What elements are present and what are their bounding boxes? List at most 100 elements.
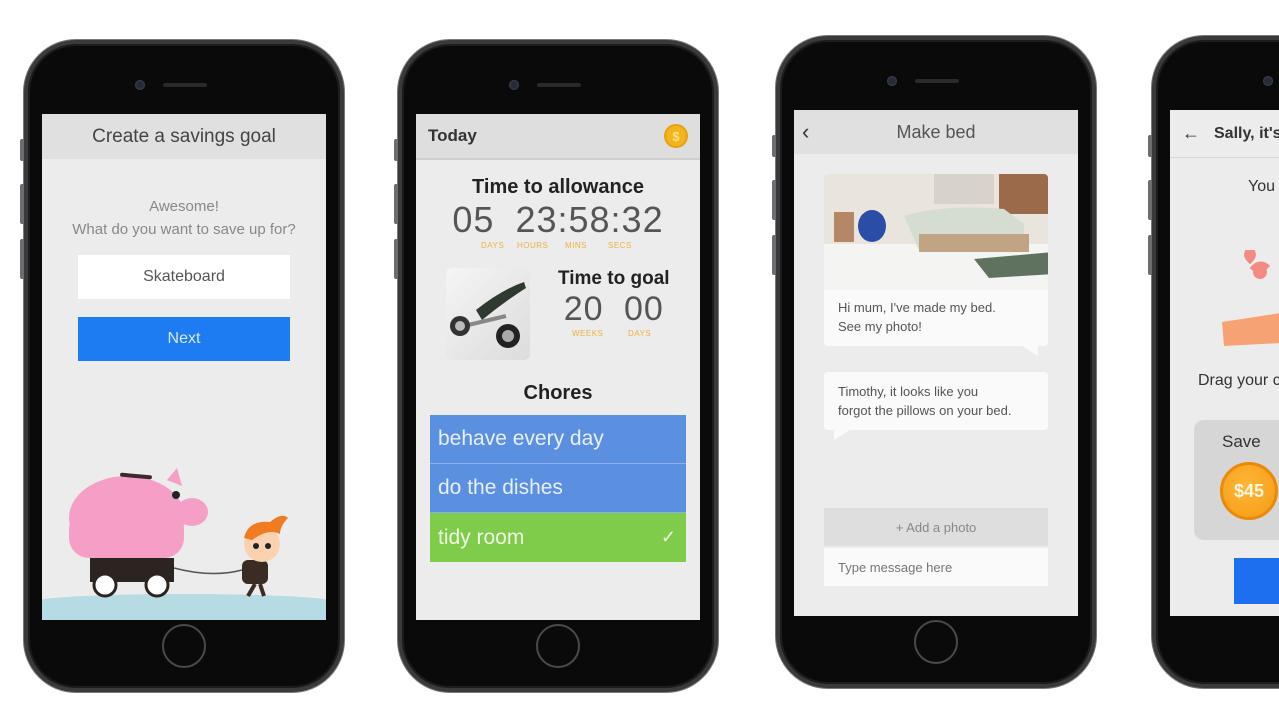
next-button[interactable]: Next <box>78 317 290 361</box>
screen: Create a savings goal Awesome! What do y… <box>42 114 326 620</box>
front-camera <box>1263 76 1273 86</box>
drag-instruction: Drag your c <box>1198 372 1279 389</box>
phone-today: Today $ Time to allowance 05 23:58:32 DA… <box>394 40 718 692</box>
chores-list: behave every day do the dishes tidy room… <box>430 415 686 562</box>
prompt-line-1: Awesome! <box>149 198 219 215</box>
page-title: Make bed <box>896 121 976 142</box>
home-button[interactable] <box>536 624 580 668</box>
front-camera <box>887 76 897 86</box>
piggy-bank-illustration <box>42 468 326 620</box>
volume-down-button <box>20 239 24 279</box>
child-message-text: Hi mum, I've made my bed. See my photo! <box>824 290 1048 346</box>
confirm-button[interactable] <box>1234 558 1279 604</box>
skateboard-icon <box>450 282 526 348</box>
volume-down-button <box>772 235 776 275</box>
allowance-units: DAYS HOURS MINS SECS <box>416 241 700 250</box>
save-label: Save <box>1222 432 1261 451</box>
prompt-text: Awesome! What do you want to save up for… <box>42 195 326 241</box>
celebration-illustration <box>1222 250 1279 346</box>
dollar-coin-icon[interactable]: $ <box>664 124 688 148</box>
compose-area: + Add a photo <box>794 508 1078 586</box>
check-icon: ✓ <box>660 527 676 547</box>
allowance-days: 05 <box>452 199 495 240</box>
front-camera <box>135 80 145 90</box>
bedroom-image <box>824 174 1048 290</box>
mute-switch <box>394 139 398 161</box>
earpiece-speaker <box>163 83 207 87</box>
phone-make-bed: ‹ Make bed Hi mum, I've made my bed. See… <box>772 36 1096 688</box>
goal-title: Time to goal <box>558 268 670 289</box>
phone-payday: ← Sally, it's You Drag your c Save $45 <box>1148 36 1279 688</box>
back-chevron-icon[interactable]: ‹ <box>802 119 809 145</box>
goal-units: WEEKS DAYS <box>558 329 670 338</box>
parent-message-text: Timothy, it looks like you forgot the pi… <box>824 372 1048 430</box>
message-line: Hi mum, I've made my bed. <box>838 300 996 315</box>
page-title: Sally, it's <box>1214 124 1279 142</box>
unit-days: DAYS <box>481 241 505 250</box>
volume-up-button <box>1148 180 1152 220</box>
goal-days: 00 <box>624 290 664 328</box>
back-arrow-icon[interactable]: ← <box>1182 123 1200 144</box>
earpiece-speaker <box>537 83 581 87</box>
volume-up-button <box>394 184 398 224</box>
skateboard-image <box>446 268 530 360</box>
message-line: forgot the pillows on your bed. <box>838 403 1012 418</box>
unit-weeks: WEEKS <box>572 329 604 338</box>
phone-savings-goal: Create a savings goal Awesome! What do y… <box>20 40 344 692</box>
unit-mins: MINS <box>565 241 587 250</box>
mute-switch <box>772 135 776 157</box>
bubble-tail <box>1022 346 1038 356</box>
app-header: ‹ Make bed <box>794 110 1078 154</box>
unit-hours: HOURS <box>517 241 549 250</box>
allowance-countdown: Time to allowance 05 23:58:32 DAYS HOURS… <box>416 176 700 250</box>
home-button[interactable] <box>914 620 958 664</box>
goal-info: Time to goal 20 00 WEEKS DAYS <box>558 268 670 360</box>
page-title: Create a savings goal <box>42 114 326 159</box>
app-header: ← Sally, it's <box>1170 110 1279 158</box>
volume-down-button <box>1148 235 1152 275</box>
chore-label: tidy room <box>438 525 525 549</box>
chore-item[interactable]: do the dishes <box>430 464 686 513</box>
unit-secs: SECS <box>608 241 632 250</box>
allowance-time: 23:58:32 <box>515 199 664 240</box>
boy-character <box>242 515 288 598</box>
screen: ‹ Make bed Hi mum, I've made my bed. See… <box>794 110 1078 616</box>
wagon <box>90 558 243 598</box>
add-photo-button[interactable]: + Add a photo <box>824 508 1048 546</box>
chores-title: Chores <box>523 382 593 404</box>
intro-text: You <box>1248 178 1275 195</box>
volume-up-button <box>20 184 24 224</box>
volume-up-button <box>772 180 776 220</box>
mute-switch <box>1148 135 1152 157</box>
home-button[interactable] <box>162 624 206 668</box>
goal-timer: 20 00 <box>558 290 670 329</box>
mute-switch <box>20 139 24 161</box>
chore-label: do the dishes <box>438 476 563 499</box>
goal-input[interactable]: Skateboard <box>78 255 290 299</box>
bubble-tail <box>834 430 850 440</box>
message-line: Timothy, it looks like you <box>838 384 979 399</box>
parent-message-bubble: Timothy, it looks like you forgot the pi… <box>824 372 1048 440</box>
message-input[interactable] <box>824 548 1048 586</box>
screen: Today $ Time to allowance 05 23:58:32 DA… <box>416 114 700 620</box>
unit-goal-days: DAYS <box>628 329 652 338</box>
screen: ← Sally, it's You Drag your c Save $45 <box>1170 110 1279 616</box>
allowance-timer: 05 23:58:32 <box>416 199 700 241</box>
chore-item-completed[interactable]: tidy room ✓ <box>430 513 686 562</box>
allowance-title: Time to allowance <box>472 176 644 198</box>
piggy-bank <box>69 468 208 560</box>
goal-countdown: Time to goal 20 00 WEEKS DAYS <box>416 268 700 360</box>
page-title: Today <box>428 126 477 145</box>
chore-item[interactable]: behave every day <box>430 415 686 464</box>
chore-label: behave every day <box>438 427 604 450</box>
bedroom-photo[interactable] <box>824 174 1048 290</box>
save-panel: Save $45 <box>1194 420 1279 540</box>
prompt-line-2: What do you want to save up for? <box>72 221 296 238</box>
coin-draggable[interactable]: $45 <box>1220 462 1278 520</box>
earpiece-speaker <box>915 79 959 83</box>
child-message-bubble: Hi mum, I've made my bed. See my photo! <box>824 174 1048 356</box>
app-header: Today $ <box>416 114 700 160</box>
goal-weeks: 20 <box>563 290 604 328</box>
message-line: See my photo! <box>838 319 922 334</box>
front-camera <box>509 80 519 90</box>
